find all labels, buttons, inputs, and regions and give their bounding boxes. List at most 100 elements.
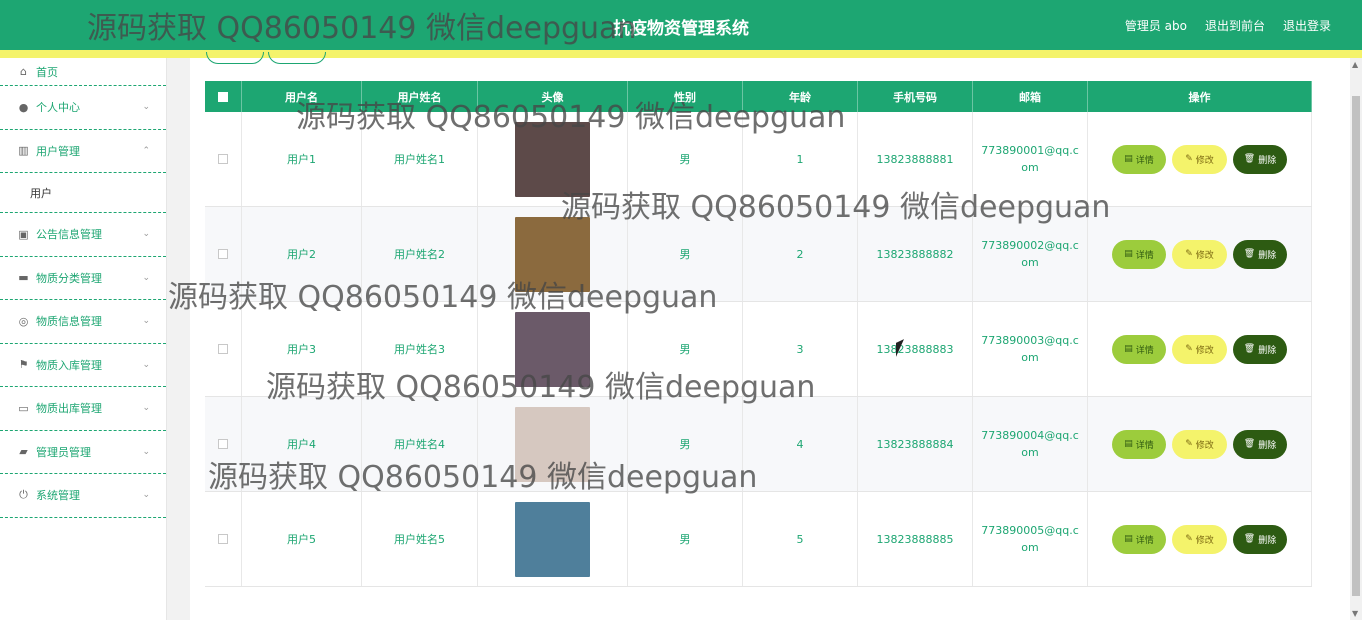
briefcase-icon: ▬ [18, 271, 29, 285]
document-icon: ▤ [1124, 534, 1133, 544]
detail-button[interactable]: ▤ 详情 [1112, 524, 1166, 554]
phone-cell: 13823888884 [858, 397, 973, 491]
select-all-checkbox[interactable] [218, 91, 228, 102]
clipboard-icon: ▣ [18, 227, 29, 241]
chart-icon: ▥ [18, 144, 29, 158]
detail-label: 详情 [1135, 440, 1154, 451]
sidebar-subitem-user[interactable]: 用户 [0, 173, 166, 213]
username-cell: 用户2 [242, 207, 362, 301]
sidebar-item-label: 管理员管理 [36, 445, 91, 459]
name-cell: 用户姓名3 [362, 302, 478, 396]
delete-button[interactable]: 🗑 删除 [1233, 334, 1287, 364]
edit-button[interactable]: ✎ 修改 [1172, 524, 1227, 554]
select-all-cell[interactable] [205, 81, 242, 112]
username-cell: 用户5 [242, 492, 362, 586]
chevron-down-icon: ⌄ [142, 490, 150, 501]
sidebar-item-label: 首页 [36, 65, 58, 79]
scroll-up-icon[interactable]: ▲ [1352, 60, 1358, 69]
trash-icon: 🗑 [1243, 154, 1256, 164]
sidebar-item-material[interactable]: ◎ 物质信息管理 ⌄ [0, 300, 166, 344]
age-cell: 4 [743, 397, 858, 491]
header-actions: 操作 [1088, 81, 1312, 112]
scroll-thumb[interactable] [1352, 96, 1360, 596]
sidebar-item-label: 用户管理 [36, 144, 80, 158]
detail-button[interactable]: ▤ 详情 [1112, 429, 1166, 459]
gender-cell: 男 [628, 302, 743, 396]
avatar [515, 406, 590, 482]
name-cell: 用户姓名5 [362, 492, 478, 586]
name-cell: 用户姓名2 [362, 207, 478, 301]
row-checkbox[interactable] [218, 154, 228, 164]
header-avatar: 头像 [478, 81, 628, 112]
email-cell: 773890001@qq.com [981, 144, 1079, 174]
row-checkbox[interactable] [218, 439, 228, 449]
trash-icon: 🗑 [1243, 534, 1256, 544]
row-checkbox[interactable] [218, 249, 228, 259]
sidebar-item-users[interactable]: ▥ 用户管理 ⌃ [0, 130, 166, 173]
sidebar-item-category[interactable]: ▬ 物质分类管理 ⌄ [0, 257, 166, 300]
header-phone: 手机号码 [858, 81, 973, 112]
sidebar-item-admin[interactable]: ▰ 管理员管理 ⌄ [0, 431, 166, 474]
sidebar-item-system[interactable]: ⏻ 系统管理 ⌄ [0, 474, 166, 518]
top-accent-bar [0, 50, 1362, 58]
row-checkbox[interactable] [218, 344, 228, 354]
detail-button[interactable]: ▤ 详情 [1112, 239, 1166, 269]
edit-label: 修改 [1195, 155, 1214, 166]
detail-button[interactable]: ▤ 详情 [1112, 144, 1166, 174]
delete-button[interactable]: 🗑 删除 [1233, 524, 1287, 554]
gender-cell: 男 [628, 207, 743, 301]
sidebar-item-label: 公告信息管理 [36, 228, 102, 242]
gender-cell: 男 [628, 397, 743, 491]
age-cell: 2 [743, 207, 858, 301]
vertical-scrollbar[interactable]: ▲ ▼ [1350, 58, 1362, 620]
email-cell: 773890002@qq.com [981, 239, 1079, 269]
sidebar-item-personal[interactable]: ● 个人中心 ⌄ [0, 86, 166, 130]
edit-button[interactable]: ✎ 修改 [1172, 334, 1227, 364]
delete-button[interactable]: 🗑 删除 [1233, 429, 1287, 459]
pencil-icon: ✎ [1185, 439, 1193, 449]
email-cell: 773890004@qq.com [981, 429, 1079, 459]
admin-user-link[interactable]: 管理员 abo [1125, 17, 1187, 34]
header-name: 用户姓名 [362, 81, 478, 112]
chevron-down-icon: ⌄ [142, 102, 150, 113]
sidebar-item-notices[interactable]: ▣ 公告信息管理 ⌄ [0, 213, 166, 257]
sidebar-item-label: 物质出库管理 [36, 402, 102, 416]
sidebar-item-inbound[interactable]: ⚑ 物质入库管理 ⌄ [0, 344, 166, 387]
sidebar-item-outbound[interactable]: ▭ 物质出库管理 ⌄ [0, 387, 166, 431]
avatar [515, 501, 590, 577]
go-front-link[interactable]: 退出到前台 [1205, 17, 1265, 34]
delete-label: 删除 [1258, 345, 1277, 356]
chevron-down-icon: ⌄ [142, 272, 150, 283]
scroll-down-icon[interactable]: ▼ [1352, 609, 1358, 618]
row-checkbox[interactable] [218, 534, 228, 544]
edit-button[interactable]: ✎ 修改 [1172, 144, 1227, 174]
pencil-icon: ✎ [1185, 344, 1193, 354]
sidebar: ⌂ 首页 ● 个人中心 ⌄ ▥ 用户管理 ⌃ 用户 ▣ 公告信息管理 ⌄ ▬ 物质分类管理 ⌄ ◎… [0, 58, 167, 620]
edit-label: 修改 [1195, 250, 1214, 261]
table-row: 用户1 用户姓名1 男 1 13823888881 773890001@qq.c… [205, 112, 1312, 207]
edit-button[interactable]: ✎ 修改 [1172, 239, 1227, 269]
phone-cell: 13823888881 [858, 112, 973, 206]
sidebar-item-label: 用户 [30, 186, 52, 200]
email-cell: 773890003@qq.com [981, 334, 1079, 364]
sidebar-item-label: 物质信息管理 [36, 315, 102, 329]
toolbar-button[interactable] [206, 52, 264, 64]
logout-link[interactable]: 退出登录 [1283, 17, 1331, 34]
sidebar-item-home[interactable]: ⌂ 首页 [0, 58, 166, 86]
flag-icon: ⚑ [18, 358, 29, 372]
delete-button[interactable]: 🗑 删除 [1233, 144, 1287, 174]
detail-button[interactable]: ▤ 详情 [1112, 334, 1166, 364]
toolbar-button[interactable] [268, 52, 326, 64]
detail-label: 详情 [1135, 155, 1154, 166]
chevron-down-icon: ⌄ [142, 316, 150, 327]
trash-icon: 🗑 [1243, 344, 1256, 354]
header-age: 年龄 [743, 81, 858, 112]
thumb-icon: ▰ [19, 445, 28, 459]
pencil-icon: ✎ [1185, 534, 1193, 544]
table-row: 用户3 用户姓名3 男 3 13823888883 773890003@qq.c… [205, 302, 1312, 397]
name-cell: 用户姓名4 [362, 397, 478, 491]
power-icon: ⏻ [19, 488, 28, 502]
username-cell: 用户3 [242, 302, 362, 396]
delete-button[interactable]: 🗑 删除 [1233, 239, 1287, 269]
edit-button[interactable]: ✎ 修改 [1172, 429, 1227, 459]
